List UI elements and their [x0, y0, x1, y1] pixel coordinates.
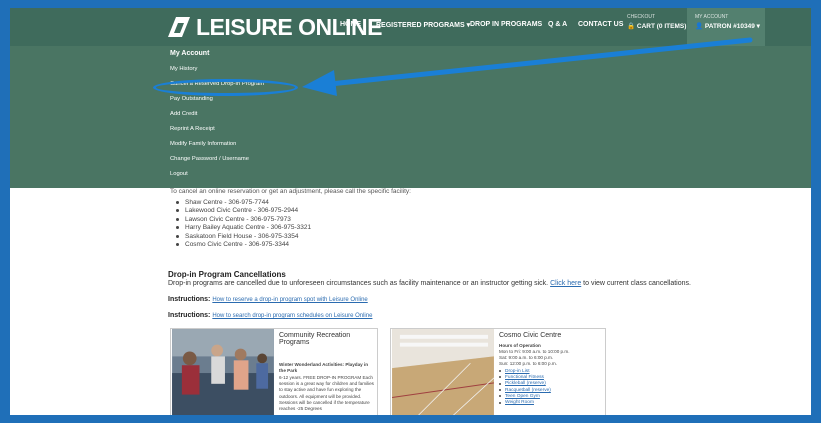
- card-title: Community Recreation Programs: [279, 332, 351, 346]
- menu-item-reprint-receipt[interactable]: Reprint A Receipt: [170, 126, 215, 132]
- activity-link[interactable]: Functional Fitness: [499, 374, 551, 380]
- activity-link[interactable]: Weight Room: [499, 399, 551, 405]
- cancellations-heading: Drop-in Program Cancellations: [168, 270, 286, 279]
- cosmo-civic-centre-card: Cosmo Civic Centre Hours of Operation Mo…: [390, 328, 606, 415]
- community-recreation-card: Community Recreation Programs Winter Won…: [170, 328, 378, 415]
- kids-playing-photo: [172, 329, 274, 415]
- cancellations-body-end: to view current class cancellations.: [583, 280, 691, 287]
- hours-line: Sun: 12:00 p.m. to 6:00 p.m.: [499, 361, 557, 366]
- instructions-label: Instructions:: [168, 296, 211, 303]
- page-content: To cancel an online reservation or get a…: [10, 188, 811, 415]
- patron-id: 👤 PATRON #10349 ▾: [695, 23, 760, 30]
- facility-item: Lawson Civic Centre - 306-975-7973: [176, 215, 311, 224]
- nav-qa[interactable]: Q & A: [548, 21, 567, 28]
- menu-item-logout[interactable]: Logout: [170, 171, 188, 177]
- checkout-cart[interactable]: CHECKOUT 🔒 CART (0 ITEMS): [627, 14, 686, 30]
- facility-item: Cosmo Civic Centre - 306-975-3344: [176, 241, 311, 250]
- checkout-label: CHECKOUT: [627, 14, 656, 20]
- instructions-label: Instructions:: [168, 312, 211, 319]
- nav-drop-in-programs[interactable]: DROP IN PROGRAMS: [470, 21, 542, 28]
- nav-home[interactable]: HOME: [340, 21, 361, 28]
- cancel-intro-text: To cancel an online reservation or get a…: [170, 188, 411, 195]
- my-account-label: MY ACCOUNT: [695, 14, 729, 20]
- activity-links: Drop-in List Functional Fitness Pickleba…: [499, 368, 551, 406]
- logo-icon: [168, 17, 190, 37]
- card-subtitle: Winter Wonderland Activities: Playday in…: [279, 362, 369, 374]
- gym-photo: [392, 329, 495, 415]
- facility-item: Harry Bailey Aquatic Centre - 306-975-33…: [176, 224, 311, 233]
- my-account-dropdown: My Account My History Cancel a Reserved …: [10, 46, 811, 188]
- reserve-instructions-link[interactable]: How to reserve a drop-in program spot wi…: [212, 297, 367, 303]
- activity-link[interactable]: Pickleball (reserve): [499, 381, 551, 387]
- cancellations-body: Drop-in programs are cancelled due to un…: [168, 280, 549, 287]
- facility-item: Saskatoon Field House - 306-975-3354: [176, 232, 311, 241]
- card-description: 6-12 years. FREE DROP-IN PROGRAM Each se…: [279, 375, 374, 412]
- nav-registered-programs[interactable]: REGISTERED PROGRAMS ▾: [376, 21, 470, 29]
- menu-item-modify-family[interactable]: Modify Family Information: [170, 141, 236, 147]
- facility-item: Shaw Centre - 306-975-7744: [176, 198, 311, 207]
- search-instructions-link[interactable]: How to search drop-in program schedules …: [212, 313, 372, 319]
- activity-link[interactable]: Racquetball (reserve): [499, 387, 551, 393]
- menu-item-my-history[interactable]: My History: [170, 66, 197, 72]
- card-title: Cosmo Civic Centre: [499, 332, 562, 339]
- browser-frame: LEISURE ONLINE HOME REGISTERED PROGRAMS …: [8, 6, 813, 417]
- dropdown-heading: My Account: [170, 50, 210, 57]
- cart-count: 🔒 CART (0 ITEMS): [627, 23, 687, 30]
- cancellations-text: Drop-in programs are cancelled due to un…: [168, 280, 691, 287]
- menu-item-change-password[interactable]: Change Password / Username: [170, 156, 249, 162]
- nav-contact-us[interactable]: CONTACT US: [578, 21, 623, 28]
- my-account-menu-button[interactable]: MY ACCOUNT 👤 PATRON #10349 ▾: [687, 8, 765, 46]
- facility-list: Shaw Centre - 306-975-7744 Lakewood Civi…: [176, 198, 311, 249]
- instructions-reserve: Instructions: How to reserve a drop-in p…: [168, 296, 368, 303]
- click-here-link[interactable]: Click here: [550, 280, 581, 287]
- menu-item-add-credit[interactable]: Add Credit: [170, 111, 197, 117]
- instructions-search: Instructions: How to search drop-in prog…: [168, 312, 372, 319]
- facility-item: Lakewood Civic Centre - 306-975-2944: [176, 207, 311, 216]
- top-navigation-bar: LEISURE ONLINE HOME REGISTERED PROGRAMS …: [10, 8, 811, 46]
- annotation-highlight-ellipse: [153, 79, 298, 96]
- menu-item-pay-outstanding[interactable]: Pay Outstanding: [170, 96, 213, 102]
